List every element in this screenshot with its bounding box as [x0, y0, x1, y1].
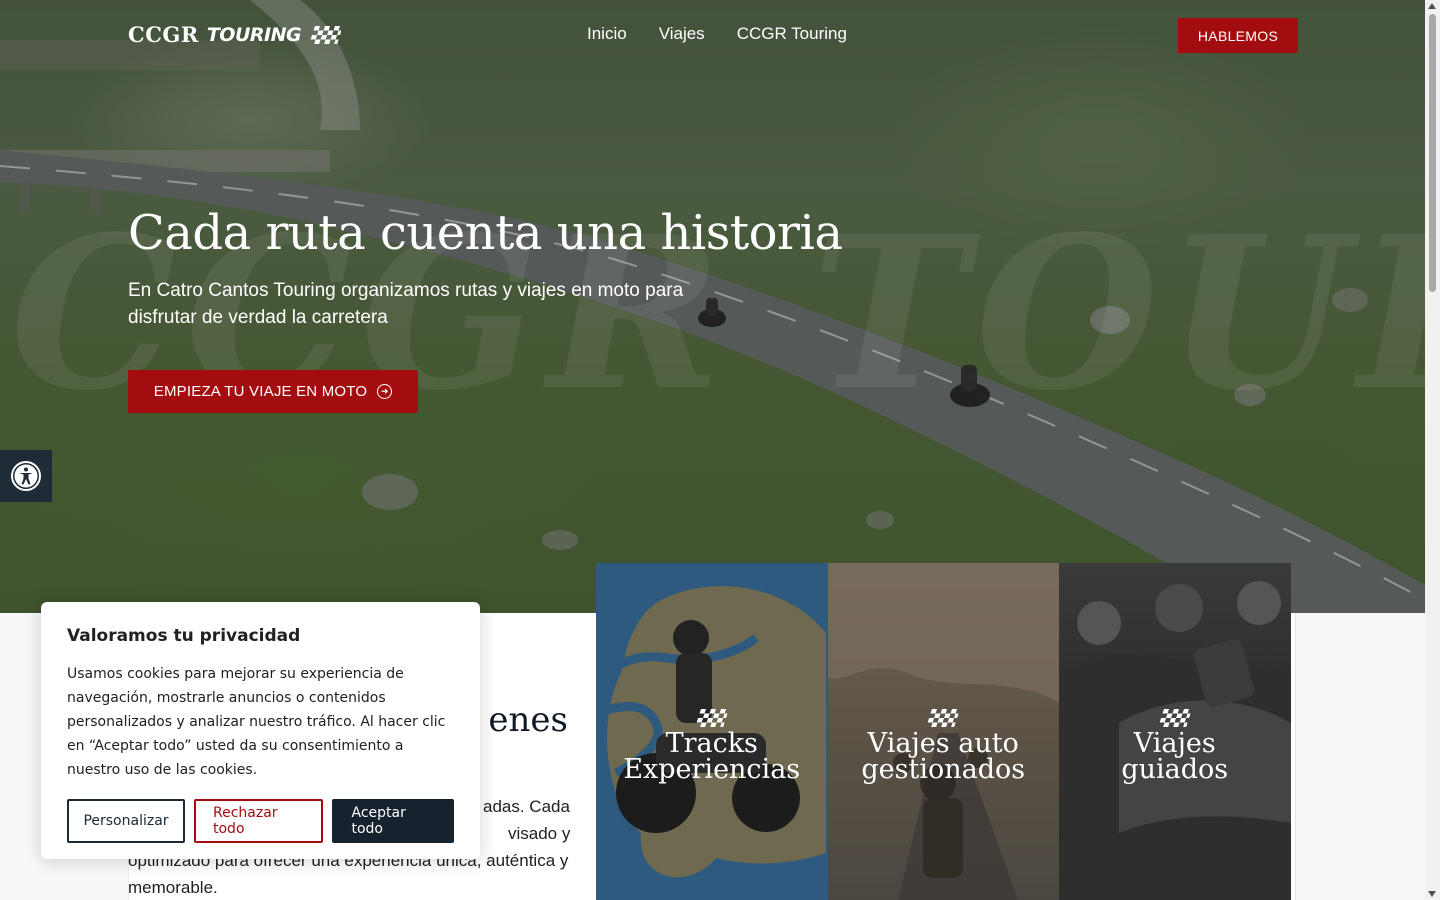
- logo-sub-text: TOURING: [206, 23, 302, 46]
- intro-heading-text: enes: [488, 700, 568, 740]
- card-title-line: Tracks: [665, 727, 758, 759]
- accessibility-icon: [11, 461, 41, 491]
- main-nav: Inicio Viajes CCGR Touring: [587, 24, 847, 44]
- checkered-flag-icon: [696, 708, 728, 727]
- cookie-consent-dialog: Valoramos tu privacidad Usamos cookies p…: [41, 602, 480, 859]
- card-tracks-experiencias[interactable]: Tracks Experiencias: [596, 563, 828, 900]
- card-title-line: gestionados: [861, 753, 1026, 785]
- cookie-accept-button[interactable]: Aceptar todo: [332, 799, 454, 843]
- trip-type-cards: Tracks Experiencias Viajes auto gestiona…: [596, 563, 1291, 900]
- hero-title: Cada ruta cuenta una historia: [128, 205, 843, 261]
- cookie-text: Usamos cookies para mejorar su experienc…: [67, 666, 446, 778]
- nav-item-ccgr-touring[interactable]: CCGR Touring: [737, 24, 847, 44]
- scroll-thumb[interactable]: [1429, 14, 1436, 292]
- hero-subtitle: En Catro Cantos Touring organizamos ruta…: [128, 280, 684, 328]
- card-title: Viajes guiados: [1121, 727, 1229, 785]
- intro-text-line: memorable.: [128, 878, 218, 897]
- card-viajes-guiados[interactable]: Viajes guiados: [1059, 563, 1291, 900]
- cookie-customize-button[interactable]: Personalizar: [67, 799, 185, 843]
- scroll-down-arrow-icon[interactable]: [1428, 891, 1436, 897]
- site-logo[interactable]: CCGR TOURING: [128, 22, 342, 47]
- checkered-flag-icon: [1159, 708, 1191, 727]
- start-trip-label: EMPIEZA TU VIAJE EN MOTO: [153, 383, 368, 400]
- card-title-line: Viajes auto: [867, 727, 1019, 759]
- card-title-line: guiados: [1121, 753, 1229, 785]
- arrow-circle-right-icon: ➜: [377, 384, 393, 399]
- cookie-reject-button[interactable]: Rechazar todo: [194, 799, 324, 843]
- nav-item-inicio[interactable]: Inicio: [587, 24, 627, 44]
- page-scrollbar[interactable]: [1425, 0, 1440, 900]
- checkered-flag-icon: [310, 25, 342, 44]
- card-title: Tracks Experiencias: [623, 727, 801, 785]
- nav-item-viajes[interactable]: Viajes: [659, 24, 705, 44]
- cookie-buttons: Personalizar Rechazar todo Aceptar todo: [67, 799, 454, 843]
- card-viajes-autogestionados[interactable]: Viajes auto gestionados: [827, 563, 1059, 900]
- checkered-flag-icon: [927, 708, 959, 727]
- start-trip-button[interactable]: EMPIEZA TU VIAJE EN MOTO ➜: [128, 370, 418, 413]
- accessibility-button[interactable]: [0, 450, 52, 502]
- hablemos-button[interactable]: HABLEMOS: [1178, 18, 1298, 53]
- scroll-up-arrow-icon[interactable]: [1428, 3, 1436, 9]
- cookie-title: Valoramos tu privacidad: [67, 626, 301, 646]
- card-title-line: Viajes: [1133, 727, 1216, 759]
- card-title-line: Experiencias: [623, 753, 801, 785]
- logo-main-text: CCGR: [128, 22, 199, 47]
- card-title: Viajes auto gestionados: [861, 727, 1026, 785]
